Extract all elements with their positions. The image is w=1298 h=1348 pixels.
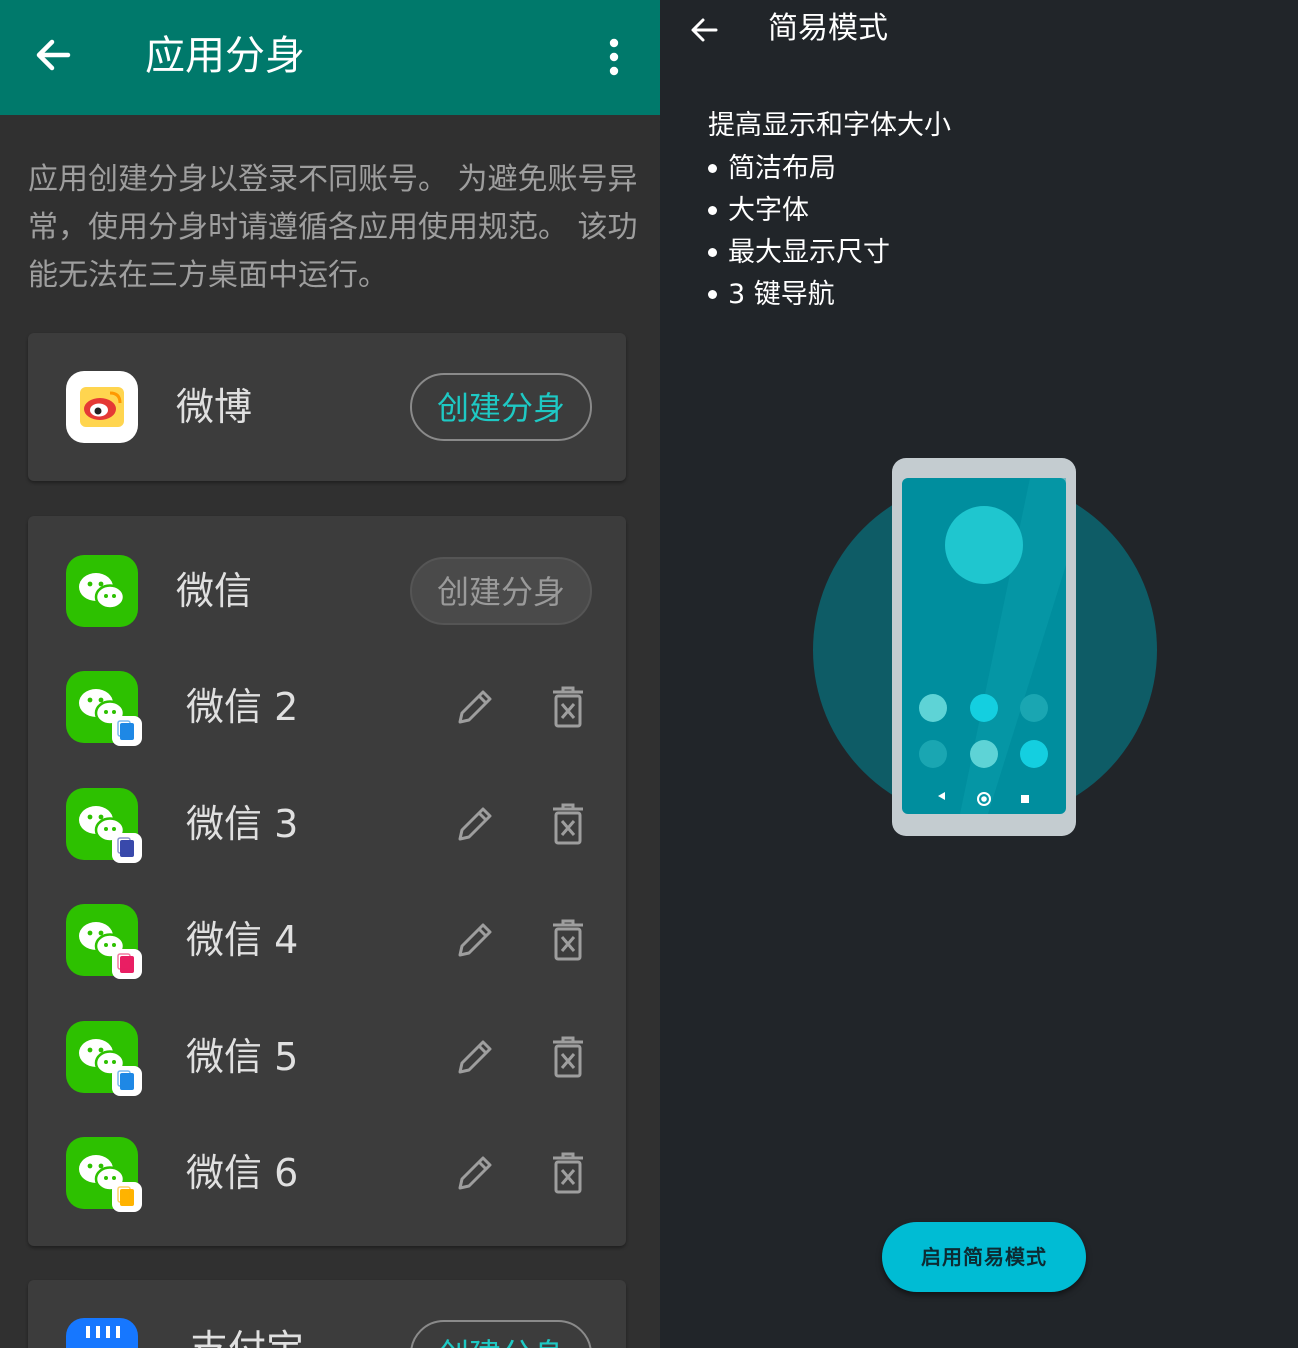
clone-name: 微信 3 [186, 802, 299, 846]
app-card-wechat: 微信 创建分身 微信 2 微信 3 微信 4 微信 5 微信 6 [28, 516, 626, 1246]
create-clone-button-wechat: 创建分身 [410, 557, 592, 625]
app-name: 支付宝 [190, 1324, 304, 1348]
alipay-icon [66, 1318, 138, 1348]
clone-row: 微信 3 [28, 769, 626, 879]
clone-badge-icon [112, 1182, 142, 1212]
wechat-icon [66, 555, 138, 627]
clone-badge-icon [112, 716, 142, 746]
phone-illustration [813, 458, 1157, 836]
clone-badge-icon [112, 1066, 142, 1096]
delete-trash-icon[interactable] [550, 1151, 586, 1195]
more-vert-icon[interactable] [596, 32, 632, 82]
list-item: 3 键导航 [708, 274, 890, 316]
edit-pencil-icon[interactable] [452, 1034, 498, 1080]
delete-trash-icon[interactable] [550, 802, 586, 846]
app-row-weibo: 微博 创建分身 [28, 352, 626, 462]
clone-row: 微信 2 [28, 652, 626, 762]
list-item: 简洁布局 [708, 148, 890, 190]
enable-simple-mode-button[interactable]: 启用简易模式 [882, 1222, 1086, 1292]
create-clone-button-alipay[interactable]: 创建分身 [410, 1320, 592, 1348]
clone-badge-icon [112, 949, 142, 979]
app-card-alipay: 支付宝 创建分身 [28, 1280, 626, 1348]
app-name: 微信 [176, 569, 253, 613]
delete-trash-icon[interactable] [550, 685, 586, 729]
app-card-weibo: 微博 创建分身 [28, 333, 626, 481]
description-text: 应用创建分身以登录不同账号。 为避免账号异常，使用分身时请遵循各应用使用规范。 … [28, 162, 638, 293]
list-item: 大字体 [708, 190, 890, 232]
app-bar: 应用分身 [0, 0, 660, 115]
edit-pencil-icon[interactable] [452, 684, 498, 730]
edit-pencil-icon[interactable] [452, 1150, 498, 1196]
edit-pencil-icon[interactable] [452, 917, 498, 963]
clone-row: 微信 5 [28, 1002, 626, 1112]
create-clone-button-weibo[interactable]: 创建分身 [410, 373, 592, 441]
clone-name: 微信 6 [186, 1151, 299, 1195]
feature-list: 简洁布局 大字体 最大显示尺寸 3 键导航 [708, 148, 890, 316]
delete-trash-icon[interactable] [550, 1035, 586, 1079]
edit-pencil-icon[interactable] [452, 801, 498, 847]
simple-mode-screen: 简易模式 提高显示和字体大小 简洁布局 大字体 最大显示尺寸 3 键导航 启用简… [660, 0, 1298, 1348]
clone-row: 微信 4 [28, 885, 626, 995]
list-item: 最大显示尺寸 [708, 232, 890, 274]
clone-name: 微信 4 [186, 918, 299, 962]
page-title: 简易模式 [768, 11, 888, 46]
intro-text: 提高显示和字体大小 [708, 110, 951, 141]
back-arrow-icon[interactable] [686, 12, 722, 48]
app-name: 微博 [176, 385, 253, 429]
back-arrow-icon[interactable] [28, 30, 78, 80]
clone-badge-icon [112, 833, 142, 863]
clone-row: 微信 6 [28, 1118, 626, 1228]
weibo-icon [66, 371, 138, 443]
delete-trash-icon[interactable] [550, 918, 586, 962]
page-title: 应用分身 [145, 33, 305, 79]
app-clone-screen: 应用分身 应用创建分身以登录不同账号。 为避免账号异常，使用分身时请遵循各应用使… [0, 0, 660, 1348]
app-row-wechat: 微信 创建分身 [28, 536, 626, 646]
clone-name: 微信 2 [186, 685, 299, 729]
clone-name: 微信 5 [186, 1035, 299, 1079]
